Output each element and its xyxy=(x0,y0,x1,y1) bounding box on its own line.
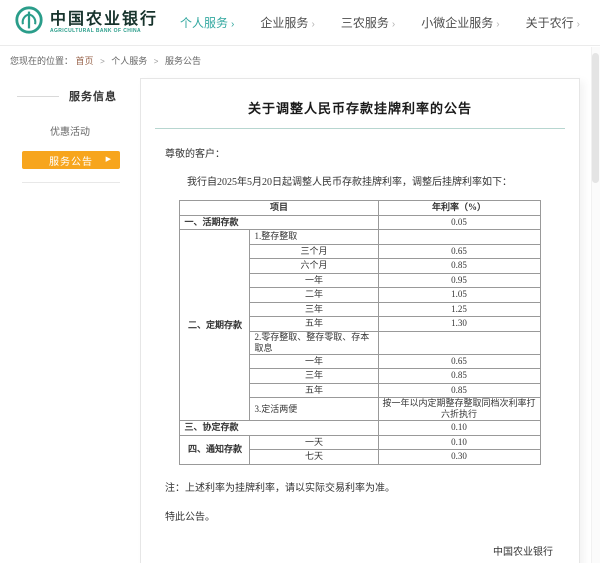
cell-rate: 1.30 xyxy=(378,317,540,332)
chevron-right-icon: › xyxy=(311,19,314,30)
nav-rural-services[interactable]: 三农服务› xyxy=(341,14,395,31)
cell-agreement-rate: 0.10 xyxy=(378,421,540,436)
notice-title: 关于调整人民币存款挂牌利率的公告 xyxy=(141,98,579,117)
cell-label: 七天 xyxy=(250,450,378,465)
nav-small-business-services[interactable]: 小微企业服务› xyxy=(421,14,499,31)
nav-label: 关于农行 xyxy=(526,16,574,30)
chevron-right-icon: › xyxy=(392,19,395,30)
chevron-right-icon: › xyxy=(231,19,234,30)
site-header: 中国农业银行 AGRICULTURAL BANK OF CHINA 个人服务› … xyxy=(0,0,600,46)
sidebar: 服务信息 优惠活动 服务公告 ▶ xyxy=(0,78,140,183)
nav-label: 小微企业服务 xyxy=(421,16,493,30)
table-row: 一、活期存款 0.05 xyxy=(180,215,540,230)
table-row: 四、通知存款 一天 0.10 xyxy=(180,435,540,450)
nav-personal-services[interactable]: 个人服务› xyxy=(180,14,234,31)
chevron-right-icon: › xyxy=(577,19,580,30)
cell-call-deposit-group: 四、通知存款 xyxy=(180,435,250,464)
cell-rate xyxy=(378,230,540,245)
table-row: 三、协定存款 0.10 xyxy=(180,421,540,436)
logo-name-en: AGRICULTURAL BANK OF CHINA xyxy=(50,28,158,35)
breadcrumb-separator: > xyxy=(154,57,159,66)
scrollbar-track[interactable] xyxy=(591,47,600,563)
table-row: 二、定期存款 1.整存整取 xyxy=(180,230,540,245)
notice-closing: 特此公告。 xyxy=(165,508,579,523)
breadcrumb-personal-services[interactable]: 个人服务 xyxy=(111,56,147,66)
page: 中国农业银行 AGRICULTURAL BANK OF CHINA 个人服务› … xyxy=(0,0,600,563)
cell-label: 三年 xyxy=(250,302,378,317)
cell-rate: 0.10 xyxy=(378,435,540,450)
title-underline xyxy=(155,128,565,129)
logo-text: 中国农业银行 AGRICULTURAL BANK OF CHINA xyxy=(50,11,158,35)
sidebar-dash-divider xyxy=(17,96,59,97)
notice-intro: 我行自2025年5月20日起调整人民币存款挂牌利率，调整后挂牌利率如下： xyxy=(167,173,553,188)
col-header-rate: 年利率（%） xyxy=(378,201,540,216)
body: 服务信息 优惠活动 服务公告 ▶ 关于调整人民币存款挂牌利率的公告 尊敬的客户：… xyxy=(0,78,600,563)
sidebar-divider xyxy=(22,182,120,183)
breadcrumb: 您现在的位置： 首页 > 个人服务 > 服务公告 xyxy=(0,46,600,70)
cell-demand-label: 一、活期存款 xyxy=(180,215,378,230)
sidebar-item-label: 服务公告 xyxy=(49,153,93,168)
nav-corporate-services[interactable]: 企业服务› xyxy=(260,14,314,31)
scrollbar-thumb[interactable] xyxy=(592,53,599,183)
primary-nav: 个人服务› 企业服务› 三农服务› 小微企业服务› 关于农行› xyxy=(158,14,600,31)
breadcrumb-home[interactable]: 首页 xyxy=(76,56,94,66)
cell-rate xyxy=(378,331,540,354)
cell-label: 1.整存整取 xyxy=(250,230,378,245)
cell-agreement-label: 三、协定存款 xyxy=(180,421,378,436)
notice-salutation: 尊敬的客户： xyxy=(165,145,579,160)
breadcrumb-service-notices[interactable]: 服务公告 xyxy=(165,56,201,66)
cell-rate: 0.85 xyxy=(378,259,540,274)
cell-rate: 0.95 xyxy=(378,273,540,288)
col-header-item: 项目 xyxy=(180,201,378,216)
cell-label: 2.零存整取、整存零取、存本取息 xyxy=(250,331,378,354)
notice-footnote: 注：上述利率为挂牌利率，请以实际交易利率为准。 xyxy=(165,479,579,494)
sidebar-item-promotions[interactable]: 优惠活动 xyxy=(0,123,140,138)
cell-label: 三年 xyxy=(250,369,378,384)
rate-table: 项目 年利率（%） 一、活期存款 0.05 二、定期存款 1.整存整取 三个月 … xyxy=(179,200,540,465)
cell-label: 一年 xyxy=(250,273,378,288)
nav-label: 个人服务 xyxy=(180,16,228,30)
breadcrumb-separator: > xyxy=(100,57,105,66)
cell-label: 一年 xyxy=(250,354,378,369)
cell-label: 六个月 xyxy=(250,259,378,274)
cell-rate: 0.85 xyxy=(378,369,540,384)
cell-label: 五年 xyxy=(250,317,378,332)
cell-label: 二年 xyxy=(250,288,378,303)
logo-name-cn: 中国农业银行 xyxy=(50,11,158,28)
notice-panel: 关于调整人民币存款挂牌利率的公告 尊敬的客户： 我行自2025年5月20日起调整… xyxy=(140,78,580,563)
sidebar-section-header: 服务信息 xyxy=(0,88,140,104)
cell-rate: 按一年以内定期整存整取同档次利率打六折执行 xyxy=(378,398,540,421)
sidebar-section-title: 服务信息 xyxy=(69,88,117,104)
abc-bank-emblem-icon xyxy=(14,5,44,40)
cell-rate: 0.30 xyxy=(378,450,540,465)
sidebar-item-service-notices[interactable]: 服务公告 ▶ xyxy=(22,151,120,169)
cell-label: 一天 xyxy=(250,435,378,450)
cell-label: 三个月 xyxy=(250,244,378,259)
chevron-right-icon: › xyxy=(496,19,499,30)
cell-rate: 0.85 xyxy=(378,383,540,398)
cell-label: 3.定活两便 xyxy=(250,398,378,421)
cell-rate: 0.65 xyxy=(378,244,540,259)
nav-label: 三农服务 xyxy=(341,16,389,30)
bank-logo[interactable]: 中国农业银行 AGRICULTURAL BANK OF CHINA xyxy=(14,5,158,40)
nav-about-bank[interactable]: 关于农行› xyxy=(526,14,580,31)
breadcrumb-prefix: 您现在的位置： xyxy=(10,56,73,66)
cell-time-deposit-group: 二、定期存款 xyxy=(180,230,250,421)
cell-rate: 1.25 xyxy=(378,302,540,317)
nav-label: 企业服务 xyxy=(260,16,308,30)
cell-rate: 0.65 xyxy=(378,354,540,369)
notice-signature: 中国农业银行 xyxy=(141,543,553,558)
table-header-row: 项目 年利率（%） xyxy=(180,201,540,216)
arrow-right-icon: ▶ xyxy=(106,151,112,169)
cell-demand-rate: 0.05 xyxy=(378,215,540,230)
cell-label: 五年 xyxy=(250,383,378,398)
cell-rate: 1.05 xyxy=(378,288,540,303)
